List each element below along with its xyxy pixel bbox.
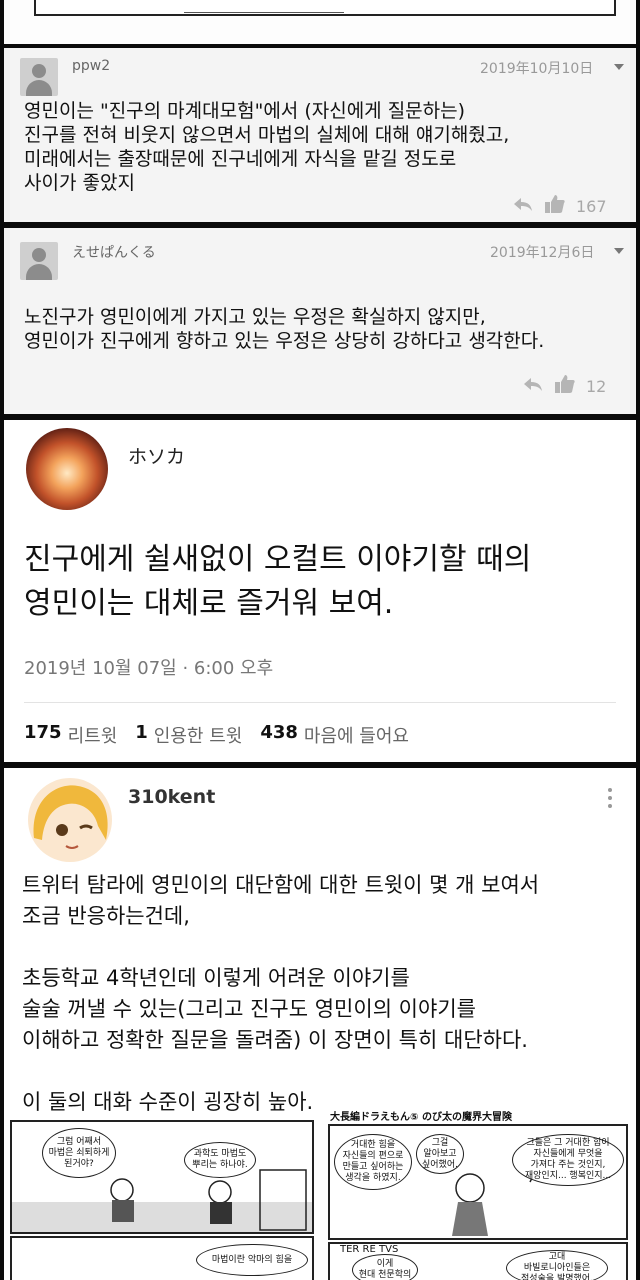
comment-card: ppw2 2019年10月10日 영민이는 "진구의 마계대모험"에서 (자신에… [4, 48, 636, 222]
speech-bubble: 그걸 알아보고 싶어했어. [416, 1134, 464, 1174]
post-username[interactable]: 310kent [128, 786, 215, 808]
quote-count[interactable]: 1 [135, 722, 148, 748]
like-icon[interactable] [554, 374, 576, 398]
speech-bubble: 이게 현대 천문학의 [352, 1254, 418, 1280]
manga-title: 大長編ドラえもん⑤ のび太の魔界大冒険 [330, 1112, 512, 1123]
post-avatar[interactable] [28, 778, 112, 862]
tweet-timestamp[interactable]: 2019년 10월 07일 · 6:00 오후 [24, 654, 273, 680]
more-options-icon[interactable] [608, 788, 612, 812]
post-text: 트위터 탐라에 영민이의 대단함에 대한 트윗이 몇 개 보여서 조금 반응하는… [22, 873, 540, 1114]
quote-label[interactable]: 인용한 트윗 [154, 722, 243, 748]
reply-icon[interactable] [512, 196, 534, 216]
manga-panel: 거대한 힘을 자신들의 편으로 만들고 싶어하는 생각을 하였지. 그걸 알아보… [328, 1124, 628, 1240]
comment-date: 2019年10月10日 [480, 61, 594, 77]
manga-panel: 마법이란 악마의 힘을 [10, 1236, 314, 1280]
comment-actions: 167 [512, 194, 607, 218]
like-count[interactable]: 438 [260, 722, 298, 748]
comment-text: 노진구가 영민이에게 가지고 있는 우정은 확실하지 않지만, 영민이가 진구에… [24, 306, 545, 352]
comment-username[interactable]: えせぱんくる [72, 242, 156, 262]
like-label[interactable]: 마음에 들어요 [304, 722, 409, 748]
speech-bubble: 고대 바빌로니아인들은 점성술을 발명했어. [506, 1250, 608, 1280]
comment-text: 영민이는 "진구의 마계대모험"에서 (자신에게 질문하는) 진구를 전혀 비웃… [24, 100, 510, 194]
chevron-down-icon[interactable] [614, 64, 624, 70]
tweet-display-name[interactable]: ホソカ [128, 442, 185, 469]
tweet-avatar[interactable] [26, 428, 108, 510]
comment-card: えせぱんくる 2019年12月6日 노진구가 영민이에게 가지고 있는 우정은 … [4, 228, 636, 414]
manga-drawing [184, 0, 344, 13]
user-avatar-icon[interactable] [20, 242, 58, 280]
tweet-stats: 175 리트윗 1 인용한 트윗 438 마음에 들어요 [24, 722, 427, 748]
reply-icon[interactable] [522, 376, 544, 396]
divider [24, 702, 616, 703]
comment-actions: 12 [522, 374, 606, 398]
chevron-down-icon[interactable] [614, 248, 624, 254]
manga-page: 그럼 어째서 마법은 쇠퇴하게 된거야? 과학도 마법도 뿌리는 하나야. 마법… [10, 1108, 630, 1280]
tweet-text: 진구에게 쉴새없이 오컬트 이야기할 때의 영민이는 대체로 즐거워 보여. [24, 542, 532, 621]
retweet-label[interactable]: 리트윗 [68, 722, 118, 748]
speech-bubble: 거대한 힘을 자신들의 편으로 만들고 싶어하는 생각을 하였지. [334, 1134, 412, 1190]
post-card: 310kent 트위터 탐라에 영민이의 대단함에 대한 트윗이 몇 개 보여서… [4, 768, 636, 1280]
like-count: 12 [586, 376, 607, 396]
tweet-card: ホソカ 진구에게 쉴새없이 오컬트 이야기할 때의 영민이는 대체로 즐거워 보… [4, 420, 636, 762]
like-icon[interactable] [544, 194, 566, 218]
retweet-count[interactable]: 175 [24, 722, 62, 748]
comment-date: 2019年12月6日 [490, 245, 595, 261]
speech-bubble: 마법이란 악마의 힘을 [196, 1244, 308, 1276]
like-count: 167 [576, 196, 607, 216]
manga-drawing [12, 1169, 312, 1232]
manga-strip-top [4, 0, 636, 44]
manga-panel: TER RE TVS 이게 현대 천문학의 고대 바빌로니아인들은 점성술을 발… [328, 1242, 628, 1280]
user-avatar-icon[interactable] [20, 58, 58, 96]
comment-username[interactable]: ppw2 [72, 58, 110, 74]
speech-bubble: 그들은 그 거대한 힘이 자신들에게 무엇을 가져다 주는 것인지, 재앙인지.… [512, 1134, 624, 1186]
manga-panel: 그럼 어째서 마법은 쇠퇴하게 된거야? 과학도 마법도 뿌리는 하나야. [10, 1120, 314, 1234]
